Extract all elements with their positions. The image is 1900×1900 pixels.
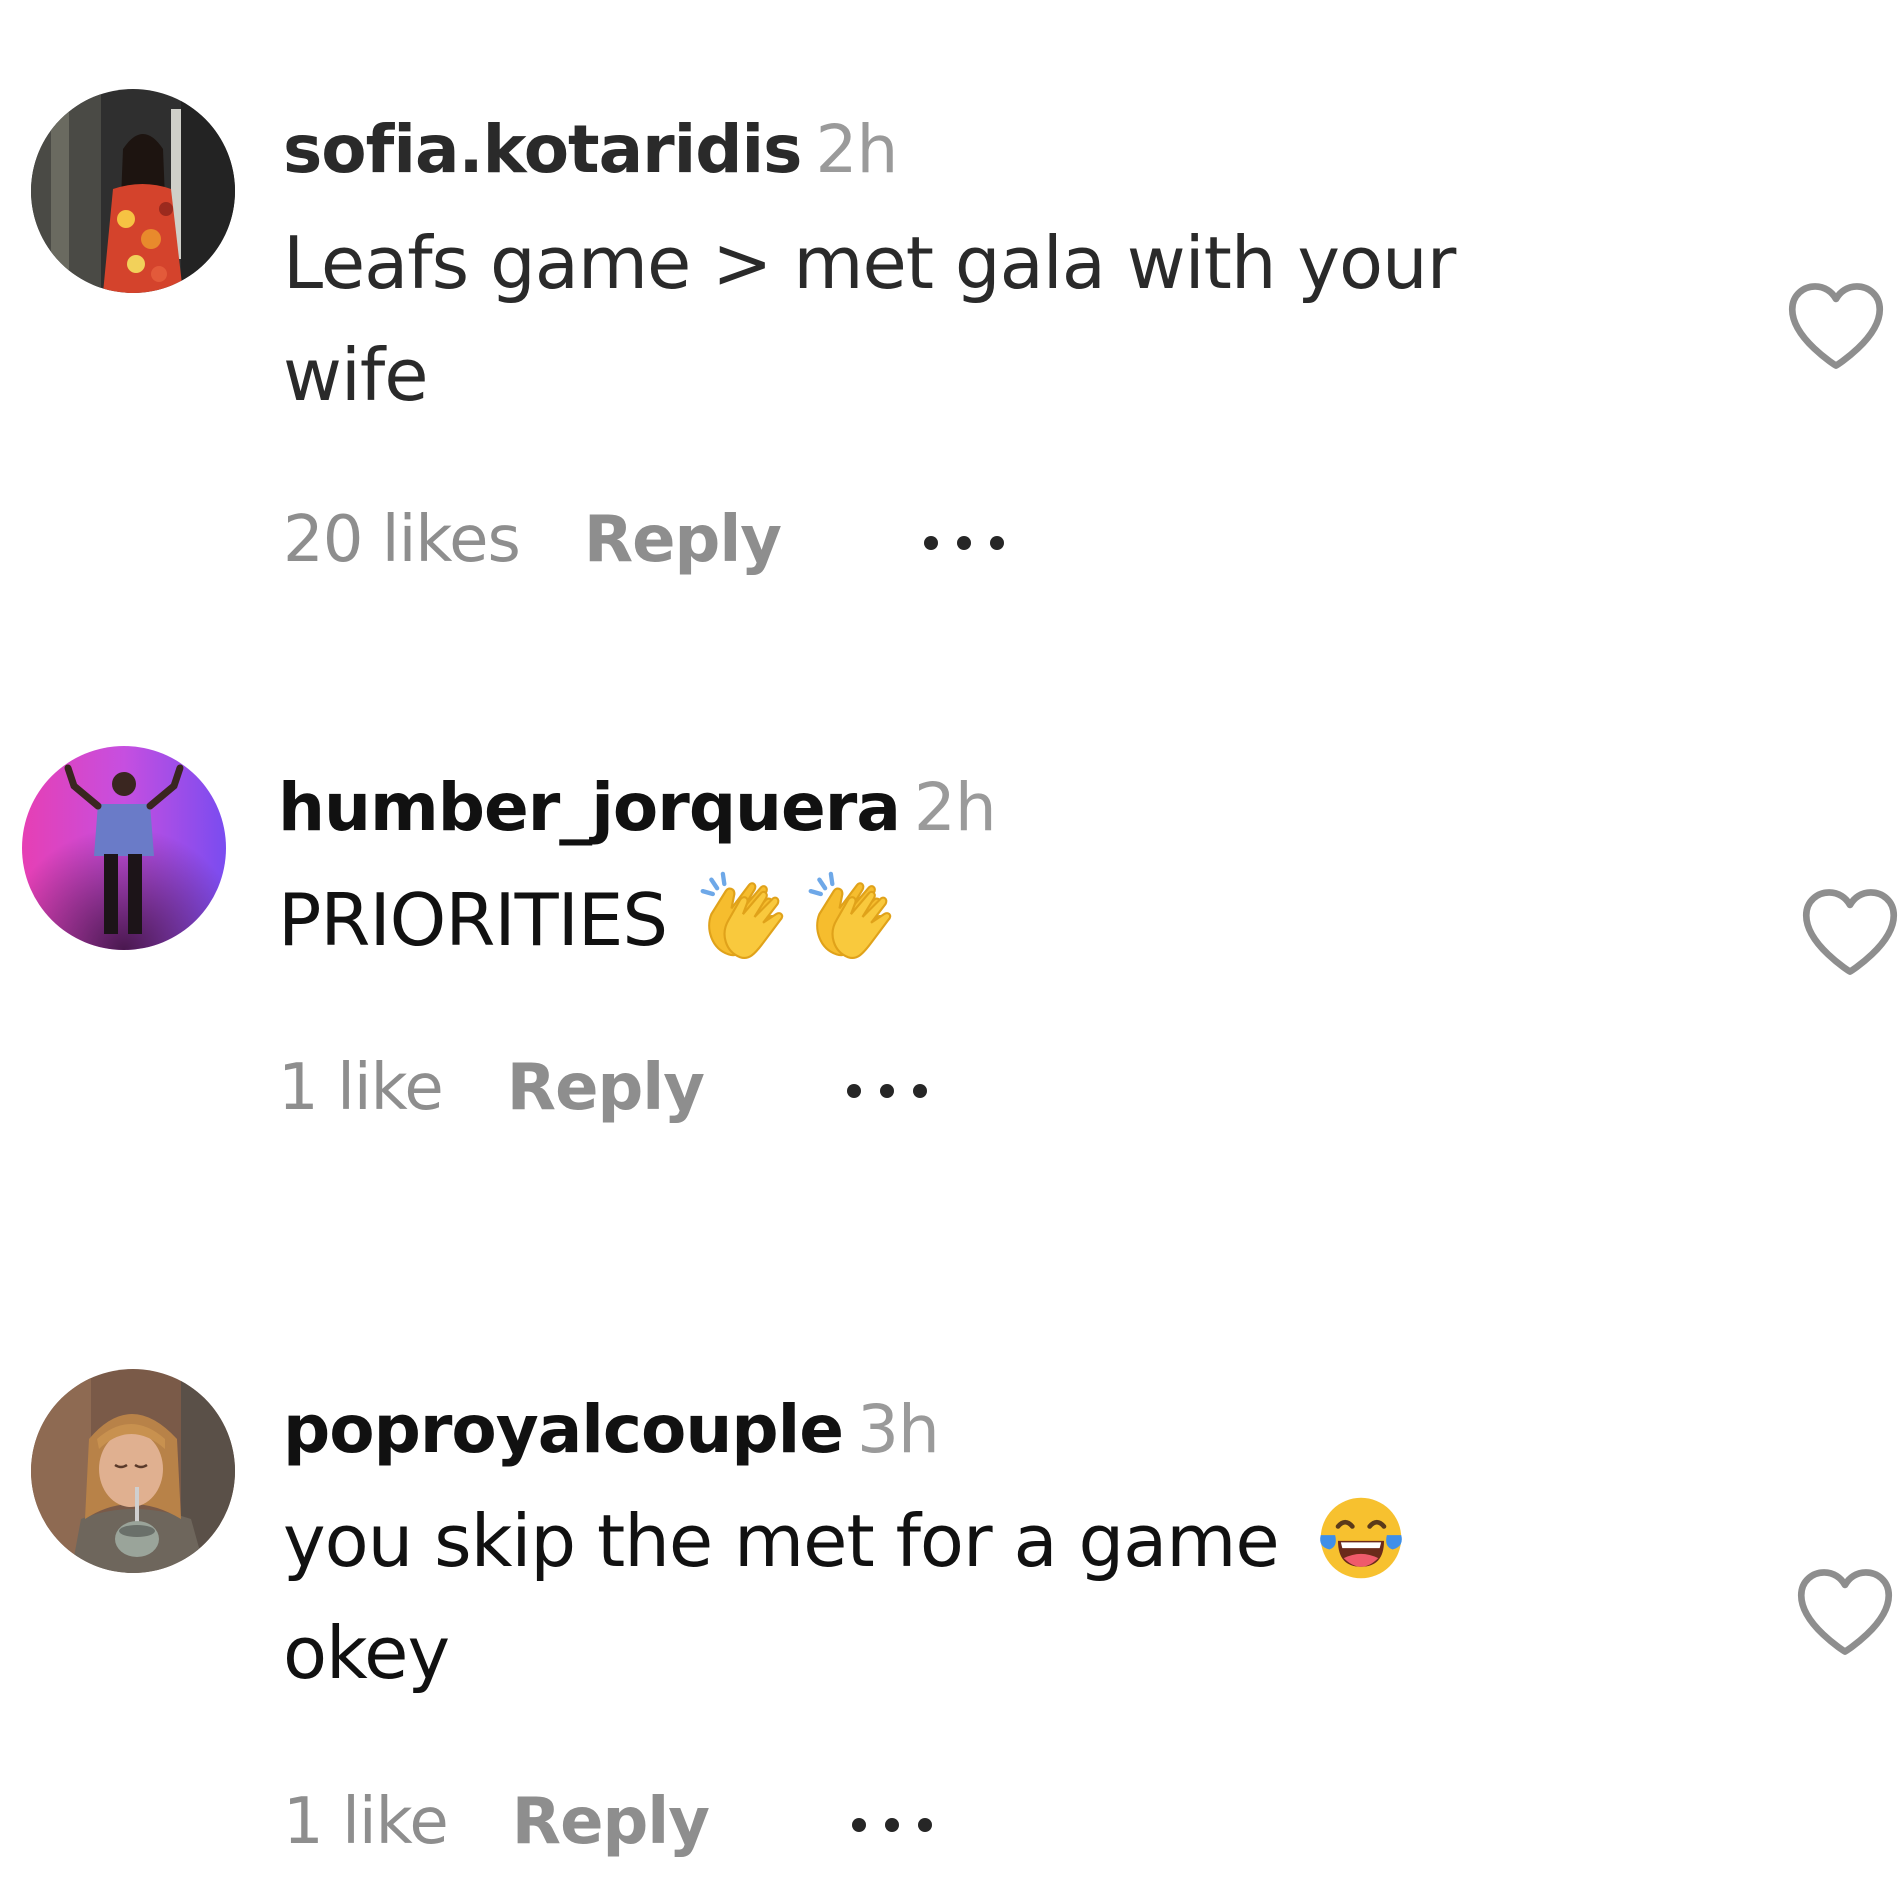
comment-time: 3h	[857, 1391, 940, 1468]
comment-header: sofia.kotaridis 2h	[283, 110, 898, 190]
avatar[interactable]	[22, 746, 226, 950]
more-options-icon[interactable]	[844, 1081, 930, 1101]
comment-text-line: you skip the met for a game	[283, 1485, 1407, 1597]
avatar[interactable]	[31, 89, 235, 293]
avatar-woman-floral-dress	[31, 89, 235, 293]
comment-text: you skip the met for a game okey	[283, 1485, 1407, 1709]
comment-text: Leafs game > met gala with your wife	[283, 207, 1456, 431]
clapping-hands-emoji-icon	[700, 871, 784, 960]
comment-text-content: PRIORITIES	[278, 878, 668, 962]
more-options-icon[interactable]	[921, 533, 1007, 553]
heart-outline-icon[interactable]	[1800, 886, 1900, 978]
username-link[interactable]: humber_jorquera	[278, 769, 901, 846]
likes-count[interactable]: 20 likes	[283, 503, 521, 577]
comment-text-line: PRIORITIES	[278, 864, 897, 976]
comment-actions: 20 likes Reply	[283, 500, 1007, 580]
avatar[interactable]	[31, 1369, 235, 1573]
comment-header: humber_jorquera 2h	[278, 768, 997, 848]
heart-outline-icon[interactable]	[1786, 280, 1886, 372]
comment-actions: 1 like Reply	[283, 1782, 935, 1862]
reply-button[interactable]: Reply	[584, 503, 782, 577]
heart-outline-icon[interactable]	[1795, 1566, 1895, 1658]
username-link[interactable]: poproyalcouple	[283, 1391, 844, 1468]
avatar-woman-drinking-mate	[31, 1369, 235, 1573]
comment-text-line: okey	[283, 1611, 450, 1695]
likes-count[interactable]: 1 like	[278, 1051, 444, 1125]
comment-time: 2h	[913, 769, 997, 846]
likes-count[interactable]: 1 like	[283, 1785, 449, 1859]
more-options-icon[interactable]	[849, 1815, 935, 1835]
username-link[interactable]: sofia.kotaridis	[283, 111, 802, 188]
reply-button[interactable]: Reply	[512, 1785, 710, 1859]
comment-text-line: Leafs game > met gala with your	[283, 221, 1456, 305]
face-with-tears-of-joy-emoji-icon	[1319, 1497, 1402, 1579]
comment-actions: 1 like Reply	[278, 1048, 930, 1128]
clapping-hands-emoji-icon	[808, 871, 892, 960]
comment-time: 2h	[815, 111, 898, 188]
comment-text-content: you skip the met for a game	[283, 1499, 1280, 1583]
comment-text: PRIORITIES	[278, 864, 897, 976]
reply-button[interactable]: Reply	[507, 1051, 705, 1125]
comment-header: poproyalcouple 3h	[283, 1390, 940, 1470]
comment-text-line: wife	[283, 333, 429, 417]
avatar-person-pink-purple-background	[22, 746, 226, 950]
